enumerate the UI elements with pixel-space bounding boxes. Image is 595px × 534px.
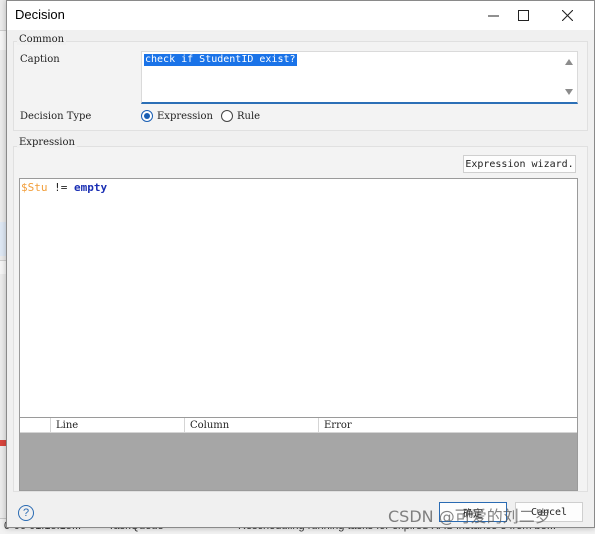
decision-dialog: Decision Common Caption check if Student… <box>6 0 595 528</box>
caption-scrollbar[interactable] <box>562 53 576 101</box>
help-button[interactable]: ? <box>18 505 34 521</box>
scroll-up-icon[interactable] <box>565 59 573 65</box>
decision-type-label: Decision Type <box>20 111 92 122</box>
code-operator: != <box>47 181 74 194</box>
expression-editor[interactable]: $Stu != empty <box>19 178 578 418</box>
caption-selected-text[interactable]: check if StudentID exist? <box>144 54 297 66</box>
scroll-down-icon[interactable] <box>565 89 573 95</box>
expression-code[interactable]: $Stu != empty <box>21 181 107 194</box>
dialog-title: Decision <box>15 7 65 22</box>
help-icon: ? <box>22 507 30 519</box>
expression-group-label: Expression <box>17 137 77 148</box>
title-bar[interactable]: Decision <box>7 1 594 30</box>
error-list-header: Line Column Error <box>20 418 577 433</box>
code-keyword: empty <box>74 181 108 194</box>
radio-rule-label: Rule <box>237 110 261 122</box>
column-error[interactable]: Error <box>318 418 579 433</box>
radio-expression[interactable]: Expression <box>141 110 213 122</box>
radio-selected-icon[interactable] <box>141 110 153 122</box>
code-variable: $Stu <box>21 181 48 194</box>
watermark: CSDN @可爱的刘二岁 <box>388 507 551 526</box>
caption-textarea[interactable]: check if StudentID exist? <box>141 51 578 104</box>
minimize-icon <box>487 10 499 21</box>
radio-expression-label: Expression <box>157 110 213 122</box>
error-list[interactable]: Line Column Error <box>19 418 578 491</box>
radio-unselected-icon[interactable] <box>221 110 233 122</box>
radio-rule[interactable]: Rule <box>221 110 260 122</box>
caption-label: Caption <box>20 54 60 65</box>
common-group-label: Common <box>17 34 67 45</box>
close-icon <box>561 9 573 21</box>
maximize-button[interactable] <box>501 1 545 29</box>
column-line[interactable]: Line <box>50 418 184 433</box>
expression-wizard-button[interactable]: Expression wizard. <box>463 155 576 173</box>
close-button[interactable] <box>545 1 589 29</box>
maximize-icon <box>517 9 529 21</box>
column-column[interactable]: Column <box>184 418 318 433</box>
